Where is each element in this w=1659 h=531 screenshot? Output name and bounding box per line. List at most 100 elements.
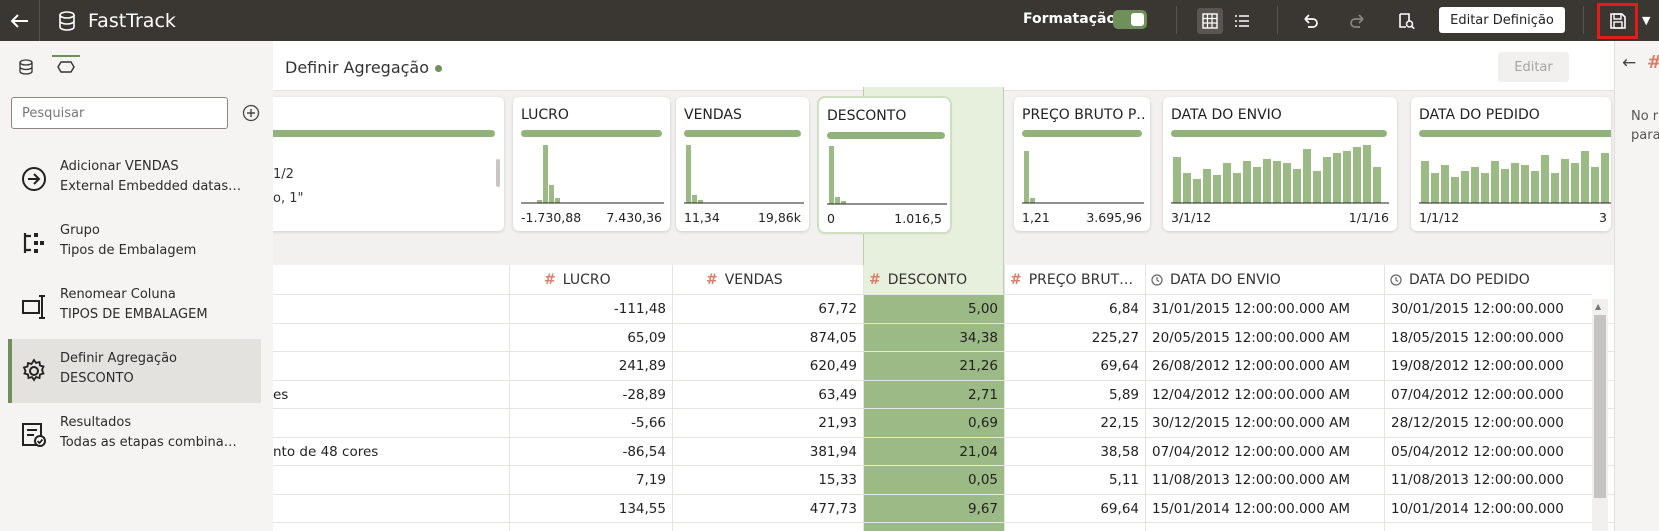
preview-icon[interactable] (1393, 8, 1419, 34)
column-header-lucro[interactable]: # LUCRO (538, 265, 700, 295)
redo-icon[interactable] (1345, 8, 1371, 34)
table-cell-desconto[interactable]: 0,69 (863, 409, 998, 439)
table-cell-desconto[interactable]: 5,00 (863, 295, 998, 325)
table-cell-desconto[interactable]: 9,67 (863, 495, 998, 525)
table-cell-pedido[interactable]: 30/01/2015 12:00:00.000 (1391, 295, 1591, 325)
table-cell-vendas[interactable]: 477,73 (672, 495, 857, 525)
table-vertical-scrollbar[interactable]: ▲ (1592, 299, 1608, 531)
collapse-arrow-icon[interactable]: ← (1622, 53, 1636, 73)
table-cell-lucro[interactable]: -28,89 (509, 381, 666, 411)
table-cell-vendas[interactable]: 21,93 (672, 409, 857, 439)
table-cell-preco[interactable]: 5,89 (1004, 381, 1139, 411)
table-cell-c0[interactable] (273, 324, 506, 354)
column-card-vendas[interactable]: VENDAS 11,34 19,86k (676, 97, 809, 231)
table-row[interactable]: es -28,89 63,49 2,71 5,89 12/04/2012 12:00:00… (273, 381, 1614, 411)
edit-button[interactable]: Editar (1498, 52, 1569, 82)
save-menu-caret-icon[interactable]: ▼ (1642, 14, 1650, 27)
column-card-partial[interactable]: 1/2 o, 1" (273, 97, 504, 231)
table-row[interactable]: 134,55 477,73 9,67 69,64 15/01/2014 12:00:00… (273, 495, 1614, 525)
table-cell-pedido[interactable]: 19/08/2012 12:00:00.000 (1391, 352, 1591, 382)
table-cell-pedido[interactable]: 18/05/2015 12:00:00.000 (1391, 324, 1591, 354)
table-cell-pedido[interactable]: 07/04/2012 12:00:00.000 (1391, 381, 1591, 411)
table-cell-lucro[interactable]: 241,89 (509, 352, 666, 382)
table-cell-pedido[interactable]: 11/08/2013 12:00:00.000 (1391, 466, 1591, 496)
table-cell-lucro[interactable]: -5,66 (509, 409, 666, 439)
recipe-tab-icon[interactable] (54, 55, 78, 79)
table-cell-vendas[interactable]: 620,49 (672, 352, 857, 382)
column-card-preco-bruto[interactable]: PREÇO BRUTO P… 1,21 3.695,96 (1014, 97, 1150, 231)
table-cell-c0[interactable]: nto de 48 cores (273, 438, 506, 468)
table-cell-envio[interactable]: 04/08/2014 12:00:00.000 AM (1152, 523, 1380, 531)
table-cell-lucro[interactable]: 134,55 (509, 495, 666, 525)
table-cell-c0[interactable] (273, 495, 506, 525)
column-card-data-envio[interactable]: DATA DO ENVIO 3/1/12 1/1/16 (1163, 97, 1397, 231)
back-arrow-icon[interactable] (0, 0, 40, 41)
step-results[interactable]: Resultados Todas as etapas combina… (8, 403, 261, 467)
column-header-data-envio[interactable]: DATA DO ENVIO (1145, 265, 1384, 295)
save-button[interactable] (1597, 3, 1638, 39)
edit-definition-button[interactable]: Editar Definição (1439, 7, 1565, 33)
step-add-data[interactable]: Adicionar VENDAS External Embedded datas… (8, 147, 261, 211)
list-view-icon[interactable] (1229, 8, 1255, 34)
table-cell-c0[interactable] (273, 352, 506, 382)
table-cell-lucro[interactable]: 65,09 (509, 324, 666, 354)
table-cell-c0[interactable]: es (273, 381, 506, 411)
column-header-data-pedido[interactable]: DATA DO PEDIDO (1384, 265, 1592, 295)
scroll-up-icon[interactable]: ▲ (1595, 302, 1601, 311)
table-cell-envio[interactable]: 15/01/2014 12:00:00.000 AM (1152, 495, 1380, 525)
step-rename-column[interactable]: Renomear Coluna TIPOS DE EMBALAGEM (8, 275, 261, 339)
table-cell-pedido[interactable]: 05/04/2012 12:00:00.000 (1391, 438, 1591, 468)
table-cell-vendas[interactable]: 67,72 (672, 295, 857, 325)
table-cell-c0[interactable] (273, 466, 506, 496)
table-cell-preco[interactable]: 5,11 (1004, 466, 1139, 496)
scroll-thumb[interactable] (1594, 315, 1606, 498)
table-cell-preco[interactable]: 38,58 (1004, 438, 1139, 468)
table-cell-preco[interactable]: 45,36 (1004, 523, 1139, 531)
table-cell-lucro[interactable]: 430,17 (509, 523, 666, 531)
column-header-desconto[interactable]: # DESCONTO (863, 265, 1004, 295)
data-sources-tab-icon[interactable] (14, 55, 38, 79)
formatting-toggle[interactable] (1113, 10, 1147, 29)
column-header-vendas[interactable]: # VENDAS (700, 265, 863, 295)
add-step-icon[interactable] (242, 104, 260, 122)
table-cell-vendas[interactable]: 874,05 (672, 324, 857, 354)
table-cell-desconto[interactable]: 2,71 (863, 381, 998, 411)
table-cell-pedido[interactable]: 10/01/2014 12:00:00.000 (1391, 495, 1591, 525)
table-cell-pedido[interactable]: 28/12/2015 12:00:00.000 (1391, 409, 1591, 439)
table-cell-c0[interactable] (273, 295, 506, 325)
step-define-aggregation[interactable]: Definir Agregação DESCONTO (8, 339, 261, 403)
table-cell-envio[interactable]: 30/12/2015 12:00:00.000 AM (1152, 409, 1380, 439)
table-cell-envio[interactable]: 12/04/2012 12:00:00.000 AM (1152, 381, 1380, 411)
table-cell-envio[interactable]: 11/08/2013 12:00:00.000 AM (1152, 466, 1380, 496)
table-cell-lucro[interactable]: 7,19 (509, 466, 666, 496)
table-cell-desconto[interactable]: 0,05 (863, 466, 998, 496)
column-card-lucro[interactable]: LUCRO -1.730,88 7.430,36 (513, 97, 670, 231)
table-cell-desconto[interactable]: 25,34 (863, 523, 998, 531)
table-cell-preco[interactable]: 69,64 (1004, 495, 1139, 525)
undo-icon[interactable] (1297, 8, 1323, 34)
column-header-partial[interactable] (273, 265, 538, 295)
table-cell-desconto[interactable]: 21,26 (863, 352, 998, 382)
table-cell-envio[interactable]: 31/01/2015 12:00:00.000 AM (1152, 295, 1380, 325)
table-cell-c0[interactable] (273, 523, 506, 531)
table-cell-preco[interactable]: 69,64 (1004, 352, 1139, 382)
card-scrollbar[interactable] (496, 159, 500, 187)
table-cell-vendas[interactable]: 653,18 (672, 523, 857, 531)
table-cell-desconto[interactable]: 34,38 (863, 324, 998, 354)
table-cell-desconto[interactable]: 21,04 (863, 438, 998, 468)
table-cell-lucro[interactable]: -86,54 (509, 438, 666, 468)
column-header-preco-bruto[interactable]: # PREÇO BRUT… (1004, 265, 1145, 295)
table-cell-envio[interactable]: 26/08/2012 12:00:00.000 AM (1152, 352, 1380, 382)
table-cell-lucro[interactable]: -111,48 (509, 295, 666, 325)
table-cell-preco[interactable]: 22,15 (1004, 409, 1139, 439)
table-row[interactable]: -5,66 21,93 0,69 22,15 30/12/2015 12:00:00.0… (273, 409, 1614, 438)
step-group[interactable]: Grupo Tipos de Embalagem (8, 211, 261, 275)
table-cell-vendas[interactable]: 63,49 (672, 381, 857, 411)
table-cell-pedido[interactable]: 26/07/2014 12:00:00.000 (1391, 523, 1591, 531)
table-cell-preco[interactable]: 6,84 (1004, 295, 1139, 325)
table-cell-vendas[interactable]: 15,33 (672, 466, 857, 496)
table-row[interactable]: -111,48 67,72 5,00 6,84 31/01/2015 12:00:00.… (273, 295, 1614, 324)
table-cell-c0[interactable] (273, 409, 506, 439)
table-row[interactable]: 241,89 620,49 21,26 69,64 26/08/2012 12:00:0… (273, 352, 1614, 381)
column-card-data-pedido[interactable]: DATA DO PEDIDO 1/1/12 3 (1411, 97, 1611, 231)
